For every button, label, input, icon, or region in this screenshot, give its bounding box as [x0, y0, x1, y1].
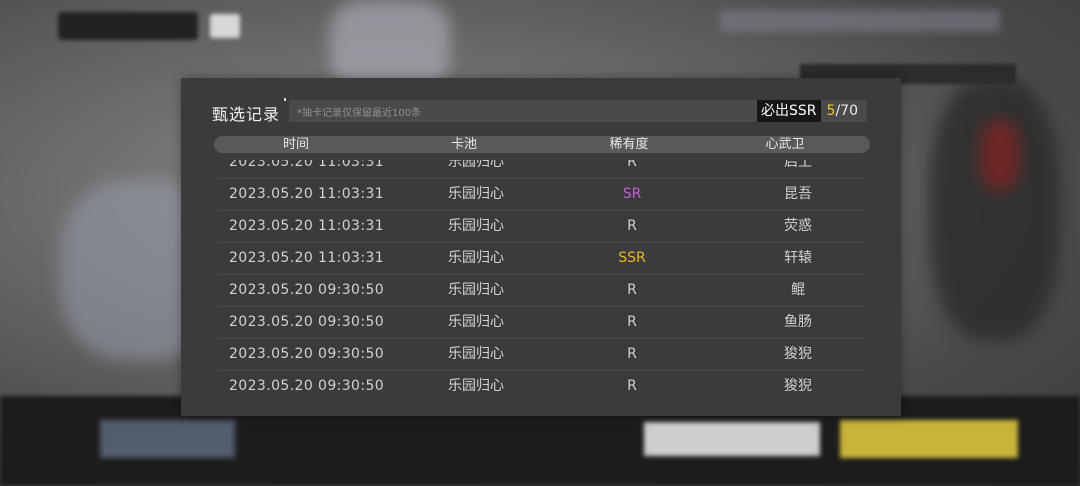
table-row: 2023.05.20 11:03:31 乐园归心 SR 昆吾: [218, 179, 864, 211]
cell-unit: 荧惑: [784, 218, 812, 234]
cell-unit: 昆吾: [784, 186, 812, 202]
guarantee-count: 5/70: [820, 100, 864, 122]
title-divider-mark: [284, 98, 286, 101]
header-pool: 卡池: [450, 137, 478, 152]
cell-rarity: R: [627, 314, 637, 330]
cell-pool: 乐园归心: [448, 282, 504, 298]
cell-unit: 狻猊: [784, 346, 812, 362]
cell-rarity: SR: [622, 186, 642, 202]
cell-time: 2023.05.20 09:30:50: [229, 314, 385, 330]
cell-time: 2023.05.20 11:03:31: [229, 250, 385, 266]
background-multi-pull-button: [840, 420, 1018, 458]
table-row: 2023.05.20 09:30:50 乐园归心 R 狻猊: [218, 339, 864, 371]
cell-time: 2023.05.20 09:30:50: [229, 282, 385, 298]
background-currency-bar: [720, 10, 1000, 32]
table-row: 2023.05.20 09:30:50 乐园归心 R 鲲: [218, 275, 864, 307]
cell-unit: 启土: [784, 160, 812, 170]
cell-pool: 乐园归心: [448, 250, 504, 266]
cell-time: 2023.05.20 11:03:31: [229, 186, 385, 202]
cell-rarity: R: [627, 282, 637, 298]
background-home-control: [210, 14, 240, 38]
table-row: 2023.05.20 09:30:50 乐园归心 R 鱼肠: [218, 307, 864, 339]
cell-time: 2023.05.20 11:03:31: [229, 160, 385, 170]
background-art: [330, 0, 450, 90]
cell-time: 2023.05.20 11:03:31: [229, 218, 385, 234]
table-row: 2023.05.20 11:03:31 乐园归心 SSR 轩辕: [218, 243, 864, 275]
cell-time: 2023.05.20 09:30:50: [229, 346, 385, 362]
cell-rarity: SSR: [618, 250, 646, 266]
cell-rarity: R: [627, 160, 637, 170]
background-single-pull-button: [644, 422, 820, 456]
pull-history-dialog: 甄选记录 *抽卡记录仅保留最近100条 必出SSR 5/70 时间 卡池 稀有度…: [181, 78, 901, 416]
dialog-title: 甄选记录: [212, 105, 281, 124]
background-art: [930, 80, 1060, 340]
cell-time: 2023.05.20 09:30:50: [229, 378, 385, 394]
cell-rarity: R: [627, 378, 637, 394]
background-art: [980, 120, 1020, 190]
cell-rarity: R: [627, 346, 637, 362]
cell-pool: 乐园归心: [448, 218, 504, 234]
cell-pool: 乐园归心: [448, 378, 504, 394]
cell-pool: 乐园归心: [448, 186, 504, 202]
cell-unit: 轩辕: [784, 250, 812, 266]
cell-unit: 狻猊: [784, 378, 812, 394]
header-rarity: 稀有度: [609, 137, 649, 152]
cell-rarity: R: [627, 218, 637, 234]
table-row: 2023.05.20 11:03:31 乐园归心 R 荧惑: [218, 211, 864, 243]
cell-pool: 乐园归心: [448, 314, 504, 330]
cell-pool: 乐园归心: [448, 346, 504, 362]
cell-unit: 鱼肠: [784, 314, 812, 330]
header-time: 时间: [282, 137, 310, 152]
background-back-control: [58, 12, 198, 40]
guarantee-total: 70: [840, 103, 858, 119]
history-list[interactable]: 2023.05.20 11:03:31 乐园归心 R 启土 2023.05.20 11:…: [218, 160, 864, 402]
header-unit: 心武卫: [765, 137, 805, 152]
guarantee-label: 必出SSR: [757, 100, 821, 122]
retention-note: *抽卡记录仅保留最近100条: [297, 108, 422, 119]
cell-pool: 乐园归心: [448, 160, 504, 170]
background-left-panel: [100, 420, 235, 458]
table-header: 时间 卡池 稀有度 心武卫: [214, 136, 870, 153]
table-row: 2023.05.20 11:03:31 乐园归心 R 启土: [218, 160, 864, 179]
cell-unit: 鲲: [791, 282, 805, 298]
guarantee-counter: 必出SSR 5/70: [757, 100, 864, 122]
table-row: 2023.05.20 09:30:50 乐园归心 R 狻猊: [218, 371, 864, 402]
